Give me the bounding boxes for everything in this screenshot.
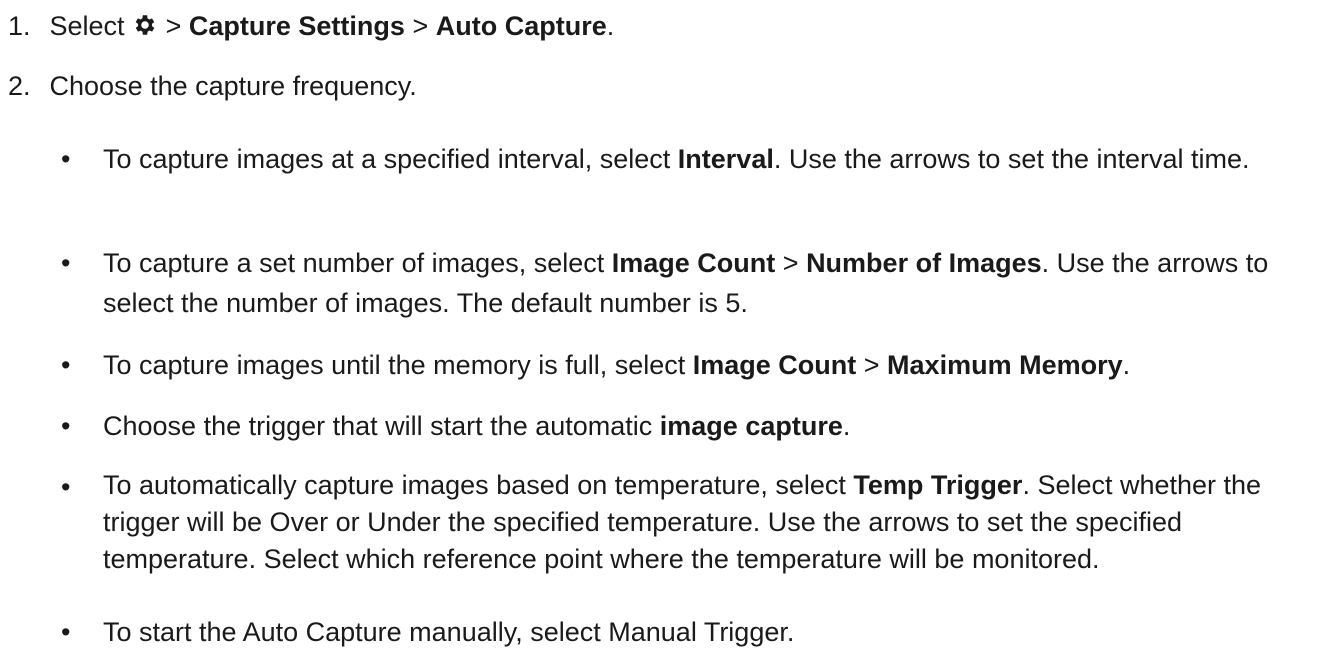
text-run: . — [1122, 350, 1131, 380]
ui-term: Interval — [677, 144, 774, 174]
bullet-text: Choose the trigger that will start the a… — [103, 406, 1336, 446]
text-run: To capture images at a specified interva… — [103, 144, 678, 174]
step-number: 1. — [8, 11, 31, 41]
text-run: Choose the trigger that will start the a… — [103, 411, 660, 441]
bullet-marker: • — [61, 472, 71, 502]
bullet-item: • To capture a set number of images, sel… — [61, 243, 1336, 323]
bullet-marker: • — [61, 617, 71, 647]
ui-term: Maximum Memory — [887, 350, 1123, 380]
gear-icon — [132, 9, 158, 35]
bullet-marker: • — [61, 350, 71, 380]
text-run: To capture a set number of images, selec… — [103, 248, 612, 278]
bullet-item: • To capture images until the memory is … — [61, 345, 1336, 385]
text-run: To capture images until the memory is fu… — [103, 350, 693, 380]
separator: > — [412, 11, 429, 41]
bullet-text: To capture images at a specified interva… — [103, 139, 1336, 179]
step-text: Choose the capture frequency. — [49, 71, 417, 101]
bullet-item: • To start the Auto Capture manually, se… — [61, 612, 1336, 652]
menu-path-capture-settings: Capture Settings — [188, 11, 405, 41]
ui-term: Number of Images — [806, 248, 1042, 278]
text-run: To automatically capture images based on… — [103, 470, 854, 500]
separator: > — [856, 350, 888, 380]
ui-term: Image Count — [611, 248, 776, 278]
step-2: 2. Choose the capture frequency. — [0, 66, 417, 106]
step-text: Select — [49, 11, 125, 41]
bullet-text: To capture a set number of images, selec… — [103, 243, 1336, 323]
punctuation: . — [606, 11, 615, 41]
bullet-item: • Choose the trigger that will start the… — [61, 406, 1336, 446]
bullet-item: • To automatically capture images based … — [61, 467, 1336, 578]
text-run: . — [842, 411, 851, 441]
bullet-marker: • — [61, 248, 71, 278]
bullet-text: To automatically capture images based on… — [103, 467, 1336, 578]
menu-path-auto-capture: Auto Capture — [435, 11, 607, 41]
bullet-marker: • — [61, 144, 71, 174]
bullet-text: To capture images until the memory is fu… — [103, 345, 1336, 385]
separator: > — [775, 248, 807, 278]
ui-term: Image Count — [692, 350, 857, 380]
ui-term: image capture — [659, 411, 843, 441]
separator: > — [165, 11, 182, 41]
bullet-text: To start the Auto Capture manually, sele… — [103, 617, 795, 647]
bullet-marker: • — [61, 411, 71, 441]
ui-term: Temp Trigger — [853, 470, 1023, 500]
step-1: 1. Select > Capture Settings > Auto Capt… — [0, 6, 614, 46]
step-number: 2. — [8, 71, 31, 101]
text-run: . Use the arrows to set the interval tim… — [773, 144, 1250, 174]
bullet-item: • To capture images at a specified inter… — [61, 139, 1336, 179]
